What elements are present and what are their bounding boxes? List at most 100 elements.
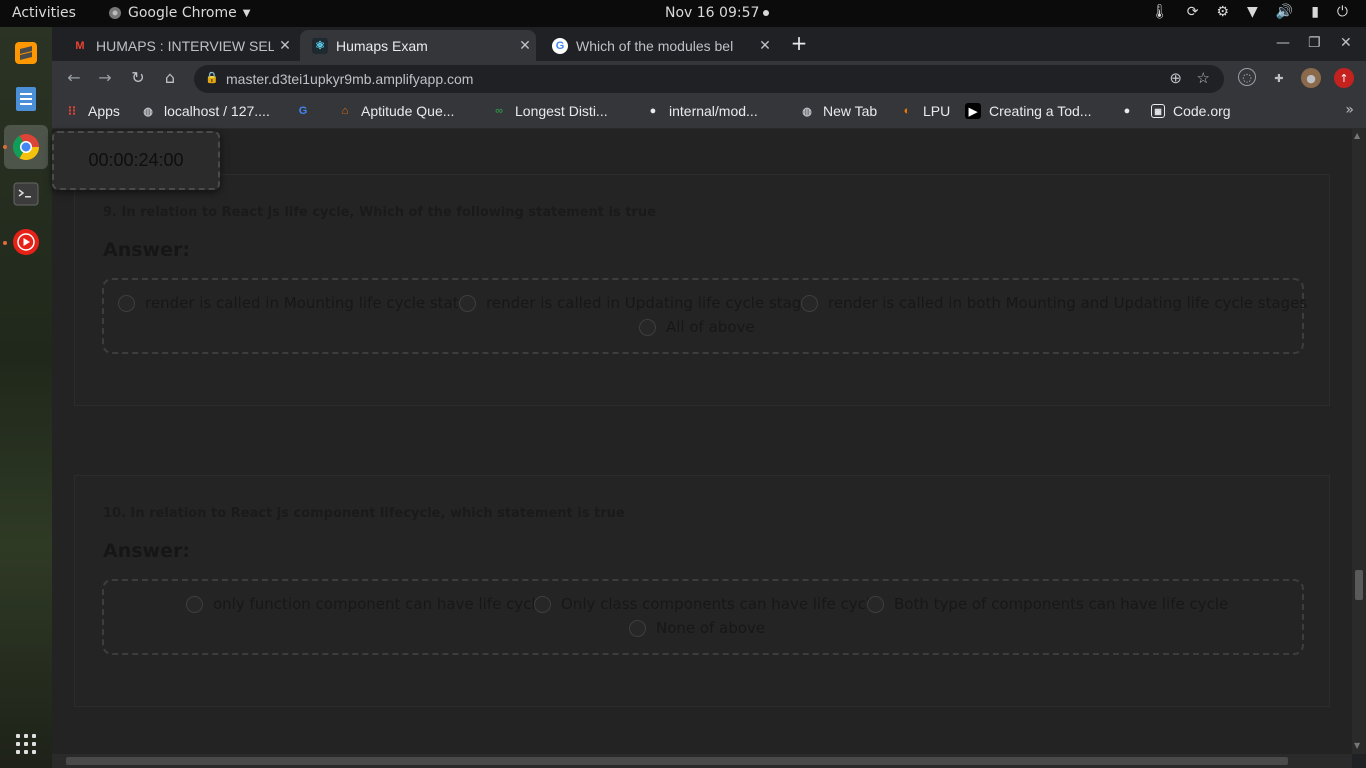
activities-button[interactable]: Activities (12, 5, 76, 21)
tab-humaps-exam[interactable]: ⚛ Humaps Exam ✕ (300, 30, 536, 61)
horizontal-scrollbar[interactable] (52, 754, 1352, 768)
bookmark-longest[interactable]: ∞ Longest Disti... (491, 103, 608, 119)
radio-button[interactable] (459, 294, 476, 312)
extensions-puzzle-icon[interactable]: ✚ (1269, 68, 1289, 88)
bookmark-google[interactable]: G (295, 103, 319, 119)
browser-toolbar: ← → ↻ ⌂ 🔒 master.d3tei1upkyr9mb.amplifya… (52, 61, 1366, 96)
bookmark-localhost[interactable]: ◍ localhost / 127.... (140, 103, 270, 119)
answer-heading: Answer: (103, 239, 190, 261)
radio-button[interactable] (629, 619, 646, 637)
text-editor-icon[interactable] (8, 81, 44, 117)
codeorg-icon: ▦ (1151, 104, 1165, 118)
bookmark-github[interactable]: ● (1119, 103, 1143, 119)
reload-icon[interactable]: ↻ (127, 68, 149, 87)
radio-button[interactable] (118, 294, 135, 312)
address-bar[interactable]: 🔒 master.d3tei1upkyr9mb.amplifyapp.com ⊕… (194, 65, 1224, 93)
radio-button[interactable] (534, 595, 551, 613)
option-radio[interactable]: Both type of components can have life cy… (867, 595, 1228, 613)
sync-icon[interactable]: ⟳ (1187, 4, 1199, 20)
bookmark-creating-todo[interactable]: ▶ Creating a Tod... (965, 103, 1091, 119)
bookmark-label: Apps (88, 103, 120, 119)
answer-heading: Answer: (103, 540, 190, 562)
terminal-icon[interactable] (8, 176, 44, 212)
bookmark-label: Code.org (1173, 103, 1231, 119)
window-close-icon[interactable]: ✕ (1340, 35, 1352, 51)
video-icon: ▶ (965, 103, 981, 119)
weather-icon[interactable]: 🌡 (1151, 4, 1169, 20)
option-radio[interactable]: render is called in Mounting life cycle … (118, 294, 468, 312)
chevron-down-icon: ▼ (242, 7, 251, 19)
profile-avatar[interactable]: ● (1301, 68, 1321, 88)
question-card: 10. In relation to React js component li… (74, 475, 1330, 707)
close-icon[interactable]: ✕ (514, 37, 536, 54)
close-icon[interactable]: ✕ (754, 37, 776, 54)
option-label: render is called in both Mounting and Up… (828, 294, 1308, 312)
volume-icon[interactable]: 🔊 (1276, 4, 1293, 20)
browser-window: M HUMAPS : INTERVIEW SEL ✕ ⚛ Humaps Exam… (52, 27, 1366, 768)
bookmark-new-tab[interactable]: ◍ New Tab (799, 103, 877, 119)
new-tab-button[interactable]: + (788, 33, 810, 55)
forward-arrow-icon[interactable]: → (94, 68, 116, 87)
scroll-down-arrow-icon[interactable]: ▼ (1354, 741, 1360, 750)
extension-icon[interactable]: ◌ (1238, 68, 1256, 86)
bookmark-label: localhost / 127.... (164, 103, 270, 119)
option-label: Both type of components can have life cy… (894, 595, 1229, 613)
bookmark-label: New Tab (823, 103, 878, 119)
option-label: only function component can have life cy… (213, 595, 545, 613)
show-apps-grid-icon[interactable] (16, 734, 36, 754)
bookmark-codeorg[interactable]: ▦ Code.org (1151, 103, 1231, 119)
radio-button[interactable] (867, 595, 884, 613)
lock-icon[interactable]: 🔒 (205, 71, 219, 84)
radio-button[interactable] (639, 318, 656, 336)
system-tray[interactable]: 🌡 ⟳ ⚙ ▼ 🔊 ▮ ⏻ (1151, 4, 1348, 20)
bookmark-internal[interactable]: ● internal/mod... (645, 103, 758, 119)
url-text[interactable]: master.d3tei1upkyr9mb.amplifyapp.com (226, 71, 473, 87)
tab-google-search[interactable]: G Which of the modules bel ✕ (540, 30, 776, 61)
option-label: All of above (666, 318, 755, 336)
scroll-up-arrow-icon[interactable]: ▲ (1354, 131, 1360, 140)
bookmark-label: Longest Disti... (515, 103, 608, 119)
settings-gear-icon[interactable]: ⚙ (1216, 4, 1229, 20)
bookmark-aptitude[interactable]: ⌂ Aptitude Que... (337, 103, 455, 119)
radio-button[interactable] (186, 595, 203, 613)
option-radio[interactable]: None of above (629, 619, 765, 637)
option-radio[interactable]: render is called in Updating life cycle … (459, 294, 811, 312)
globe-icon: ◍ (143, 105, 153, 118)
scrollbar-thumb[interactable] (1355, 570, 1363, 600)
zoom-icon[interactable]: ⊕ (1169, 69, 1182, 87)
back-arrow-icon[interactable]: ← (63, 68, 85, 87)
globe-icon: ◍ (802, 105, 812, 118)
close-icon[interactable]: ✕ (274, 37, 296, 54)
clock[interactable]: Nov 16 09:57 (665, 5, 770, 21)
power-menu-icon[interactable]: ⏻ (1337, 4, 1348, 20)
google-icon: G (552, 37, 568, 54)
restore-icon[interactable]: ❐ (1308, 35, 1321, 51)
option-radio[interactable]: Only class components can have life cycl… (534, 595, 879, 613)
minimize-icon[interactable]: — (1276, 35, 1290, 51)
app-menu[interactable]: Google Chrome ▼ (108, 5, 250, 21)
radio-button[interactable] (801, 294, 818, 312)
sublime-text-icon[interactable] (8, 35, 44, 71)
youtube-music-icon[interactable] (8, 224, 44, 260)
react-icon: ⚛ (312, 37, 328, 54)
tab-gmail[interactable]: M HUMAPS : INTERVIEW SEL ✕ (60, 30, 296, 61)
chrome-icon[interactable] (4, 125, 48, 169)
github-icon: ● (649, 105, 657, 117)
vertical-scrollbar[interactable]: ▲ ▼ (1352, 129, 1366, 754)
bookmark-apps[interactable]: ⁝⁝ Apps (64, 103, 120, 119)
option-radio[interactable]: only function component can have life cy… (186, 595, 545, 613)
update-icon[interactable]: ↑ (1334, 68, 1354, 88)
bookmarks-bar: ⁝⁝ Apps ◍ localhost / 127.... G ⌂ Aptitu… (52, 96, 1366, 129)
bookmark-star-icon[interactable]: ☆ (1197, 69, 1210, 87)
option-radio[interactable]: render is called in both Mounting and Up… (801, 294, 1307, 312)
home-icon[interactable]: ⌂ (159, 68, 181, 87)
tab-title: Which of the modules bel (576, 37, 734, 54)
github-icon: ● (1123, 105, 1131, 117)
battery-icon[interactable]: ▮ (1311, 4, 1319, 20)
tab-strip: M HUMAPS : INTERVIEW SEL ✕ ⚛ Humaps Exam… (52, 27, 1366, 61)
scrollbar-thumb[interactable] (66, 757, 1288, 765)
more-bookmarks-chevron-icon[interactable]: » (1345, 102, 1354, 118)
bookmark-lpu[interactable]: ◐ LPU (899, 103, 951, 119)
wifi-icon[interactable]: ▼ (1247, 4, 1258, 20)
option-radio[interactable]: All of above (639, 318, 755, 336)
